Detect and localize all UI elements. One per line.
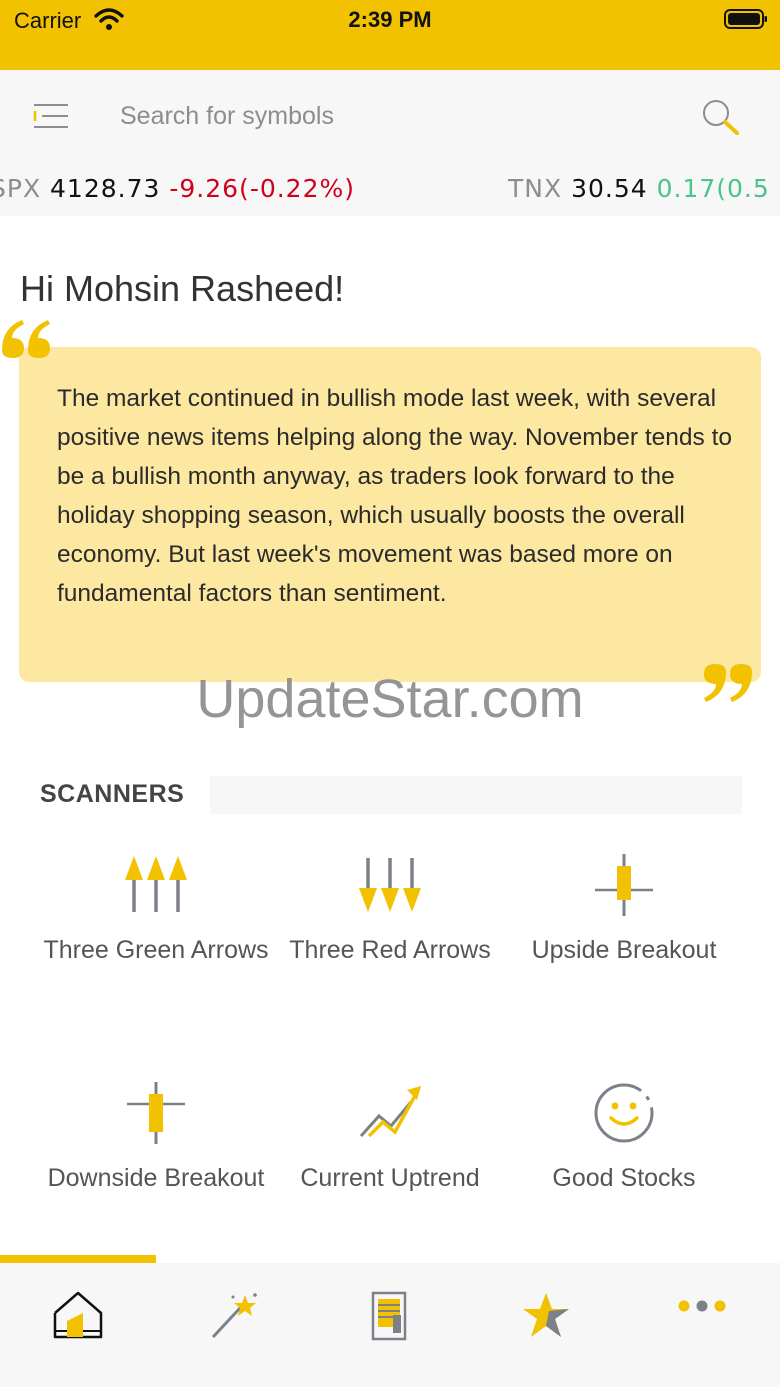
scanner-label: Three Green Arrows — [43, 936, 269, 964]
more-dots-icon — [678, 1300, 726, 1312]
ticker-price: 30.54 — [571, 174, 648, 203]
scanners-section-title: SCANNERS — [40, 780, 185, 808]
ticker-symbol: TNX — [508, 174, 563, 203]
tab-home[interactable] — [0, 1263, 156, 1353]
open-quote-icon — [2, 320, 50, 358]
smiley-icon — [594, 1083, 654, 1143]
scanner-downside-breakout[interactable]: Downside Breakout — [39, 1078, 273, 1195]
scanner-label: Good Stocks — [552, 1164, 696, 1192]
home-icon — [53, 1291, 103, 1339]
market-ticker[interactable]: SPX 4128.73 -9.26(-0.22%) TNX 30.54 0.17… — [0, 162, 780, 216]
tab-reports[interactable] — [312, 1263, 468, 1353]
scanner-label: Current Uptrend — [300, 1164, 480, 1192]
ticker-item[interactable]: SPX 4128.73 -9.26(-0.22%) — [0, 174, 355, 203]
magic-wand-icon — [211, 1293, 257, 1339]
scanner-label: Upside Breakout — [531, 936, 717, 964]
ticker-price: 4128.73 — [50, 174, 161, 203]
tab-more[interactable] — [624, 1263, 780, 1353]
search-input[interactable]: Search for symbols — [120, 102, 334, 131]
document-icon — [371, 1291, 407, 1341]
scanner-good-stocks[interactable]: Good Stocks — [507, 1078, 741, 1195]
scanner-current-uptrend[interactable]: Current Uptrend — [273, 1078, 507, 1195]
star-icon — [523, 1293, 569, 1337]
tab-favorites[interactable] — [468, 1263, 624, 1353]
status-bar: Carrier 2:39 PM — [0, 0, 780, 70]
scanner-upside-breakout[interactable]: Upside Breakout — [507, 850, 741, 967]
scanner-three-red-arrows[interactable]: Three Red Arrows — [273, 850, 507, 967]
upside-candle-icon — [595, 854, 653, 916]
clock: 2:39 PM — [348, 7, 432, 32]
ticker-item[interactable]: TNX 30.54 0.17(0.5 — [508, 174, 770, 203]
tab-magic[interactable] — [156, 1263, 312, 1353]
ticker-change: -9.26(-0.22%) — [169, 174, 356, 203]
scanner-label: Three Red Arrows — [289, 936, 491, 964]
search-header: Search for symbols — [0, 70, 780, 162]
tab-selected-indicator — [0, 1255, 156, 1263]
section-divider — [210, 776, 742, 814]
market-commentary-text: The market continued in bullish mode las… — [57, 385, 733, 607]
ticker-change: 0.17(0.5 — [656, 174, 770, 203]
tab-bar — [0, 1263, 780, 1387]
battery-icon — [724, 9, 767, 29]
three-down-arrows-icon — [359, 858, 421, 912]
market-commentary-card: The market continued in bullish mode las… — [19, 347, 761, 682]
scanner-three-green-arrows[interactable]: Three Green Arrows — [39, 850, 273, 967]
downside-candle-icon — [127, 1082, 185, 1144]
watermark: UpdateStar.com — [196, 669, 584, 729]
scanner-label: Downside Breakout — [47, 1164, 265, 1192]
menu-icon[interactable] — [28, 100, 72, 134]
three-up-arrows-icon — [125, 856, 187, 912]
ticker-symbol: SPX — [0, 174, 42, 203]
search-icon[interactable] — [696, 96, 744, 138]
greeting-heading: Hi Mohsin Rasheed! — [20, 268, 345, 309]
uptrend-line-icon — [359, 1086, 421, 1138]
